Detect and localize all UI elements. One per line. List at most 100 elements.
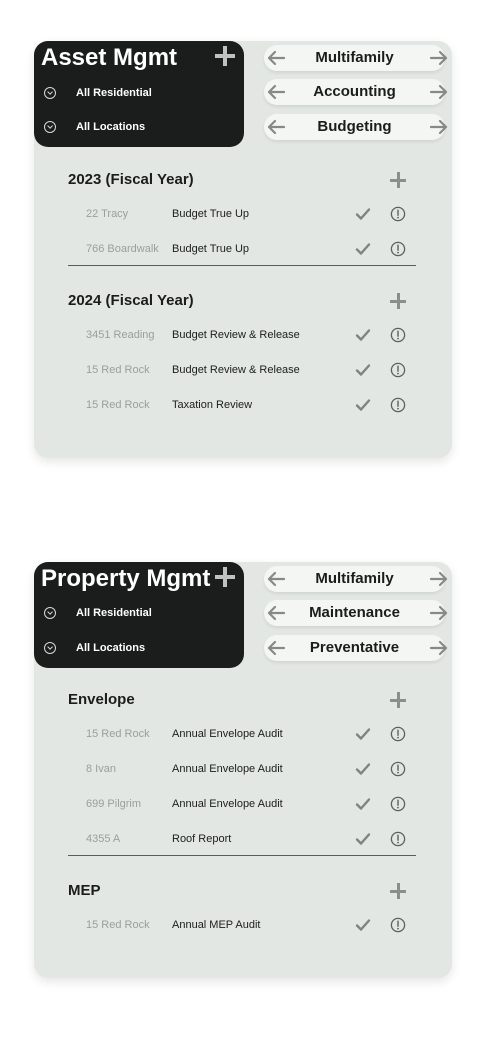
arrow-right-icon[interactable] (429, 117, 449, 137)
alert-icon[interactable] (390, 241, 406, 257)
selector-category: Preventative (264, 635, 445, 661)
add-task-icon[interactable] (390, 293, 406, 309)
alert-icon[interactable] (390, 726, 406, 742)
selector-department-label: Accounting (313, 83, 396, 100)
task-location: 15 Red Rock (86, 399, 150, 411)
selector-portfolio-label: Multifamily (315, 570, 394, 587)
task-name: Taxation Review (172, 399, 253, 411)
filter-locations-dropdown[interactable]: All Locations (44, 638, 145, 658)
asset-mgmt-card: Asset Mgmt All Residential All Locations… (34, 41, 452, 458)
task-name: Annual Envelope Audit (172, 728, 283, 740)
add-task-icon[interactable] (390, 692, 406, 708)
arrow-left-icon[interactable] (266, 569, 286, 589)
selector-portfolio: Multifamily (264, 566, 445, 592)
filter-locations-dropdown[interactable]: All Locations (44, 117, 145, 137)
task-row[interactable]: 15 Red Rock Budget Review & Release (86, 362, 416, 380)
check-icon[interactable] (355, 241, 371, 257)
selector-department: Accounting (264, 79, 445, 105)
check-icon[interactable] (355, 362, 371, 378)
arrow-right-icon[interactable] (429, 638, 449, 658)
task-row[interactable]: 8 Ivan Annual Envelope Audit (86, 761, 416, 779)
property-mgmt-title: Property Mgmt (41, 565, 211, 592)
check-icon[interactable] (355, 206, 371, 222)
check-icon[interactable] (355, 917, 371, 933)
section-divider (68, 855, 416, 856)
task-name: Annual Envelope Audit (172, 763, 283, 775)
alert-icon[interactable] (390, 327, 406, 343)
task-location: 3451 Reading (86, 329, 155, 341)
selector-department-label: Maintenance (309, 604, 400, 621)
asset-mgmt-header: Asset Mgmt All Residential All Locations (34, 41, 244, 147)
filter-locations-label: All Locations (76, 121, 146, 133)
task-row[interactable]: 4355 A Roof Report (86, 831, 416, 849)
section-title: Envelope (68, 691, 135, 708)
alert-icon[interactable] (390, 917, 406, 933)
task-row[interactable]: 3451 Reading Budget Review & Release (86, 327, 416, 345)
chevron-down-circle-icon (44, 642, 56, 654)
task-row[interactable]: 699 Pilgrim Annual Envelope Audit (86, 796, 416, 814)
arrow-right-icon[interactable] (429, 603, 449, 623)
alert-icon[interactable] (390, 796, 406, 812)
add-icon[interactable] (215, 46, 235, 66)
section-title: 2023 (Fiscal Year) (68, 171, 194, 188)
check-icon[interactable] (355, 796, 371, 812)
task-row[interactable]: 15 Red Rock Taxation Review (86, 397, 416, 415)
task-name: Budget Review & Release (172, 364, 300, 376)
check-icon[interactable] (355, 327, 371, 343)
task-row[interactable]: 15 Red Rock Annual MEP Audit (86, 917, 416, 935)
selector-portfolio: Multifamily (264, 45, 445, 71)
task-name: Roof Report (172, 833, 232, 845)
task-name: Budget True Up (172, 243, 250, 255)
task-location: 4355 A (86, 833, 121, 845)
selector-department: Maintenance (264, 600, 445, 626)
filter-residential-dropdown[interactable]: All Residential (44, 83, 152, 103)
arrow-right-icon[interactable] (429, 82, 449, 102)
add-icon[interactable] (215, 567, 235, 587)
task-location: 15 Red Rock (86, 728, 150, 740)
asset-mgmt-title: Asset Mgmt (41, 44, 178, 71)
check-icon[interactable] (355, 397, 371, 413)
alert-icon[interactable] (390, 397, 406, 413)
task-name: Budget True Up (172, 208, 250, 220)
filter-residential-label: All Residential (76, 607, 152, 619)
arrow-left-icon[interactable] (266, 603, 286, 623)
section-title: 2024 (Fiscal Year) (68, 292, 194, 309)
alert-icon[interactable] (390, 362, 406, 378)
check-icon[interactable] (355, 761, 371, 777)
selector-category-label: Budgeting (317, 118, 392, 135)
chevron-down-circle-icon (44, 87, 56, 99)
alert-icon[interactable] (390, 831, 406, 847)
task-name: Budget Review & Release (172, 329, 300, 341)
task-location: 15 Red Rock (86, 364, 150, 376)
task-location: 22 Tracy (86, 208, 129, 220)
arrow-left-icon[interactable] (266, 117, 286, 137)
task-row[interactable]: 766 Boardwalk Budget True Up (86, 241, 416, 259)
task-location: 8 Ivan (86, 763, 116, 775)
selector-category-label: Preventative (309, 639, 400, 656)
alert-icon[interactable] (390, 206, 406, 222)
filter-locations-label: All Locations (76, 642, 146, 654)
arrow-left-icon[interactable] (266, 82, 286, 102)
task-name: Annual Envelope Audit (172, 798, 283, 810)
filter-residential-dropdown[interactable]: All Residential (44, 603, 152, 623)
task-row[interactable]: 15 Red Rock Annual Envelope Audit (86, 726, 416, 744)
check-icon[interactable] (355, 831, 371, 847)
arrow-left-icon[interactable] (266, 638, 286, 658)
property-mgmt-header: Property Mgmt All Residential All Locati… (34, 562, 244, 668)
add-task-icon[interactable] (390, 172, 406, 188)
section-title: MEP (68, 882, 101, 899)
selector-portfolio-label: Multifamily (315, 49, 394, 66)
arrow-left-icon[interactable] (266, 48, 286, 68)
chevron-down-circle-icon (44, 121, 56, 133)
task-location: 15 Red Rock (86, 919, 150, 931)
arrow-right-icon[interactable] (429, 569, 449, 589)
alert-icon[interactable] (390, 761, 406, 777)
chevron-down-circle-icon (44, 607, 56, 619)
task-row[interactable]: 22 Tracy Budget True Up (86, 206, 416, 224)
check-icon[interactable] (355, 726, 371, 742)
property-mgmt-card: Property Mgmt All Residential All Locati… (34, 562, 452, 978)
selector-category: Budgeting (264, 114, 445, 140)
arrow-right-icon[interactable] (429, 48, 449, 68)
task-name: Annual MEP Audit (172, 919, 261, 931)
add-task-icon[interactable] (390, 883, 406, 899)
